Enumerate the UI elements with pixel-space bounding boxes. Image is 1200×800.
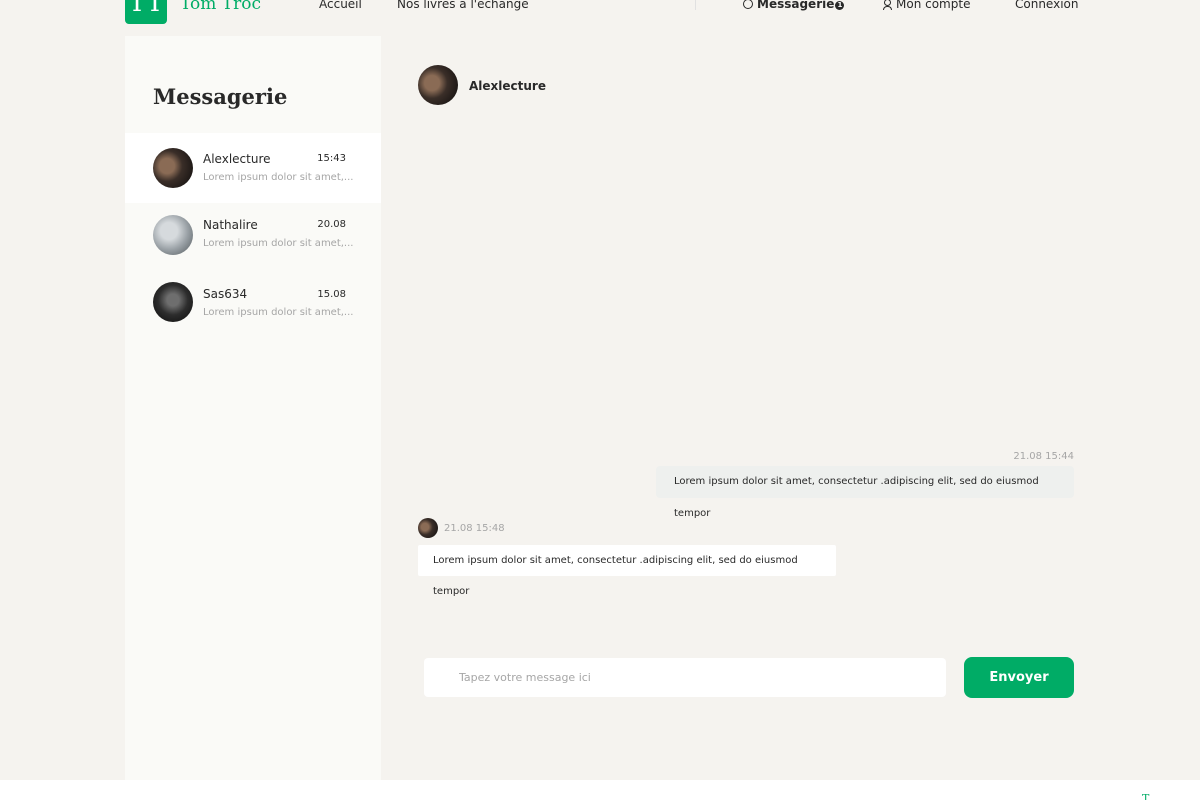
message-bubble-outgoing: Lorem ipsum dolor sit amet, consectetur … xyxy=(656,466,1074,519)
logo-icon[interactable]: TT xyxy=(125,0,167,24)
user-icon xyxy=(883,0,892,10)
nav-home-link[interactable]: Accueil xyxy=(319,0,362,11)
nav-messaging-link[interactable]: Messagerie 1 xyxy=(743,0,845,11)
nav-divider xyxy=(695,0,696,10)
conversation-item-sas634[interactable]: Sas634 15.08 Lorem ipsum dolor sit amet,… xyxy=(125,276,381,346)
conversation-preview: Lorem ipsum dolor sit amet,... xyxy=(203,238,354,249)
conversation-item-nathalire[interactable]: Nathalire 20.08 Lorem ipsum dolor sit am… xyxy=(125,206,381,276)
avatar xyxy=(153,282,193,322)
nav-account-link[interactable]: Mon compte xyxy=(883,0,970,11)
sender-avatar xyxy=(418,518,438,538)
sidebar-title: Messagerie xyxy=(153,84,288,109)
conversation-name: Nathalire xyxy=(203,218,258,232)
logo-text[interactable]: Tom Troc xyxy=(180,0,261,14)
message-input[interactable] xyxy=(424,658,946,697)
contact-name[interactable]: Alexlecture xyxy=(469,79,546,93)
chat-bubble-icon xyxy=(743,0,753,9)
footer: T xyxy=(0,780,1200,800)
conversation-preview: Lorem ipsum dolor sit amet,... xyxy=(203,172,354,183)
top-navigation: TT Tom Troc Accueil Nos livres à l'échan… xyxy=(0,0,1200,24)
nav-account-label: Mon compte xyxy=(896,0,971,11)
conversation-name: Alexlecture xyxy=(203,152,271,166)
avatar xyxy=(153,215,193,255)
conversation-time: 20.08 xyxy=(317,219,346,230)
contact-avatar[interactable] xyxy=(418,65,458,105)
unread-badge: 1 xyxy=(835,1,845,10)
conversation-name: Sas634 xyxy=(203,287,248,301)
nav-messaging-label: Messagerie xyxy=(757,0,835,11)
conversation-time: 15.08 xyxy=(317,289,346,300)
conversation-time: 15:43 xyxy=(317,153,346,164)
conversation-preview: Lorem ipsum dolor sit amet,... xyxy=(203,307,354,318)
message-meta-outgoing: 21.08 15:44 xyxy=(1013,451,1074,462)
avatar xyxy=(153,148,193,188)
nav-login-link[interactable]: Connexion xyxy=(1015,0,1079,11)
footer-logo-icon[interactable]: T xyxy=(1142,792,1149,800)
conversation-item-alexlecture[interactable]: Alexlecture 15:43 Lorem ipsum dolor sit … xyxy=(125,133,381,203)
message-meta-incoming: 21.08 15:48 xyxy=(444,523,505,534)
send-button[interactable]: Envoyer xyxy=(964,657,1074,698)
message-bubble-incoming: Lorem ipsum dolor sit amet, consectetur … xyxy=(418,545,836,597)
conversation-sidebar: Messagerie Alexlecture 15:43 Lorem ipsum… xyxy=(125,36,381,780)
nav-books-link[interactable]: Nos livres à l'échange xyxy=(397,0,529,11)
